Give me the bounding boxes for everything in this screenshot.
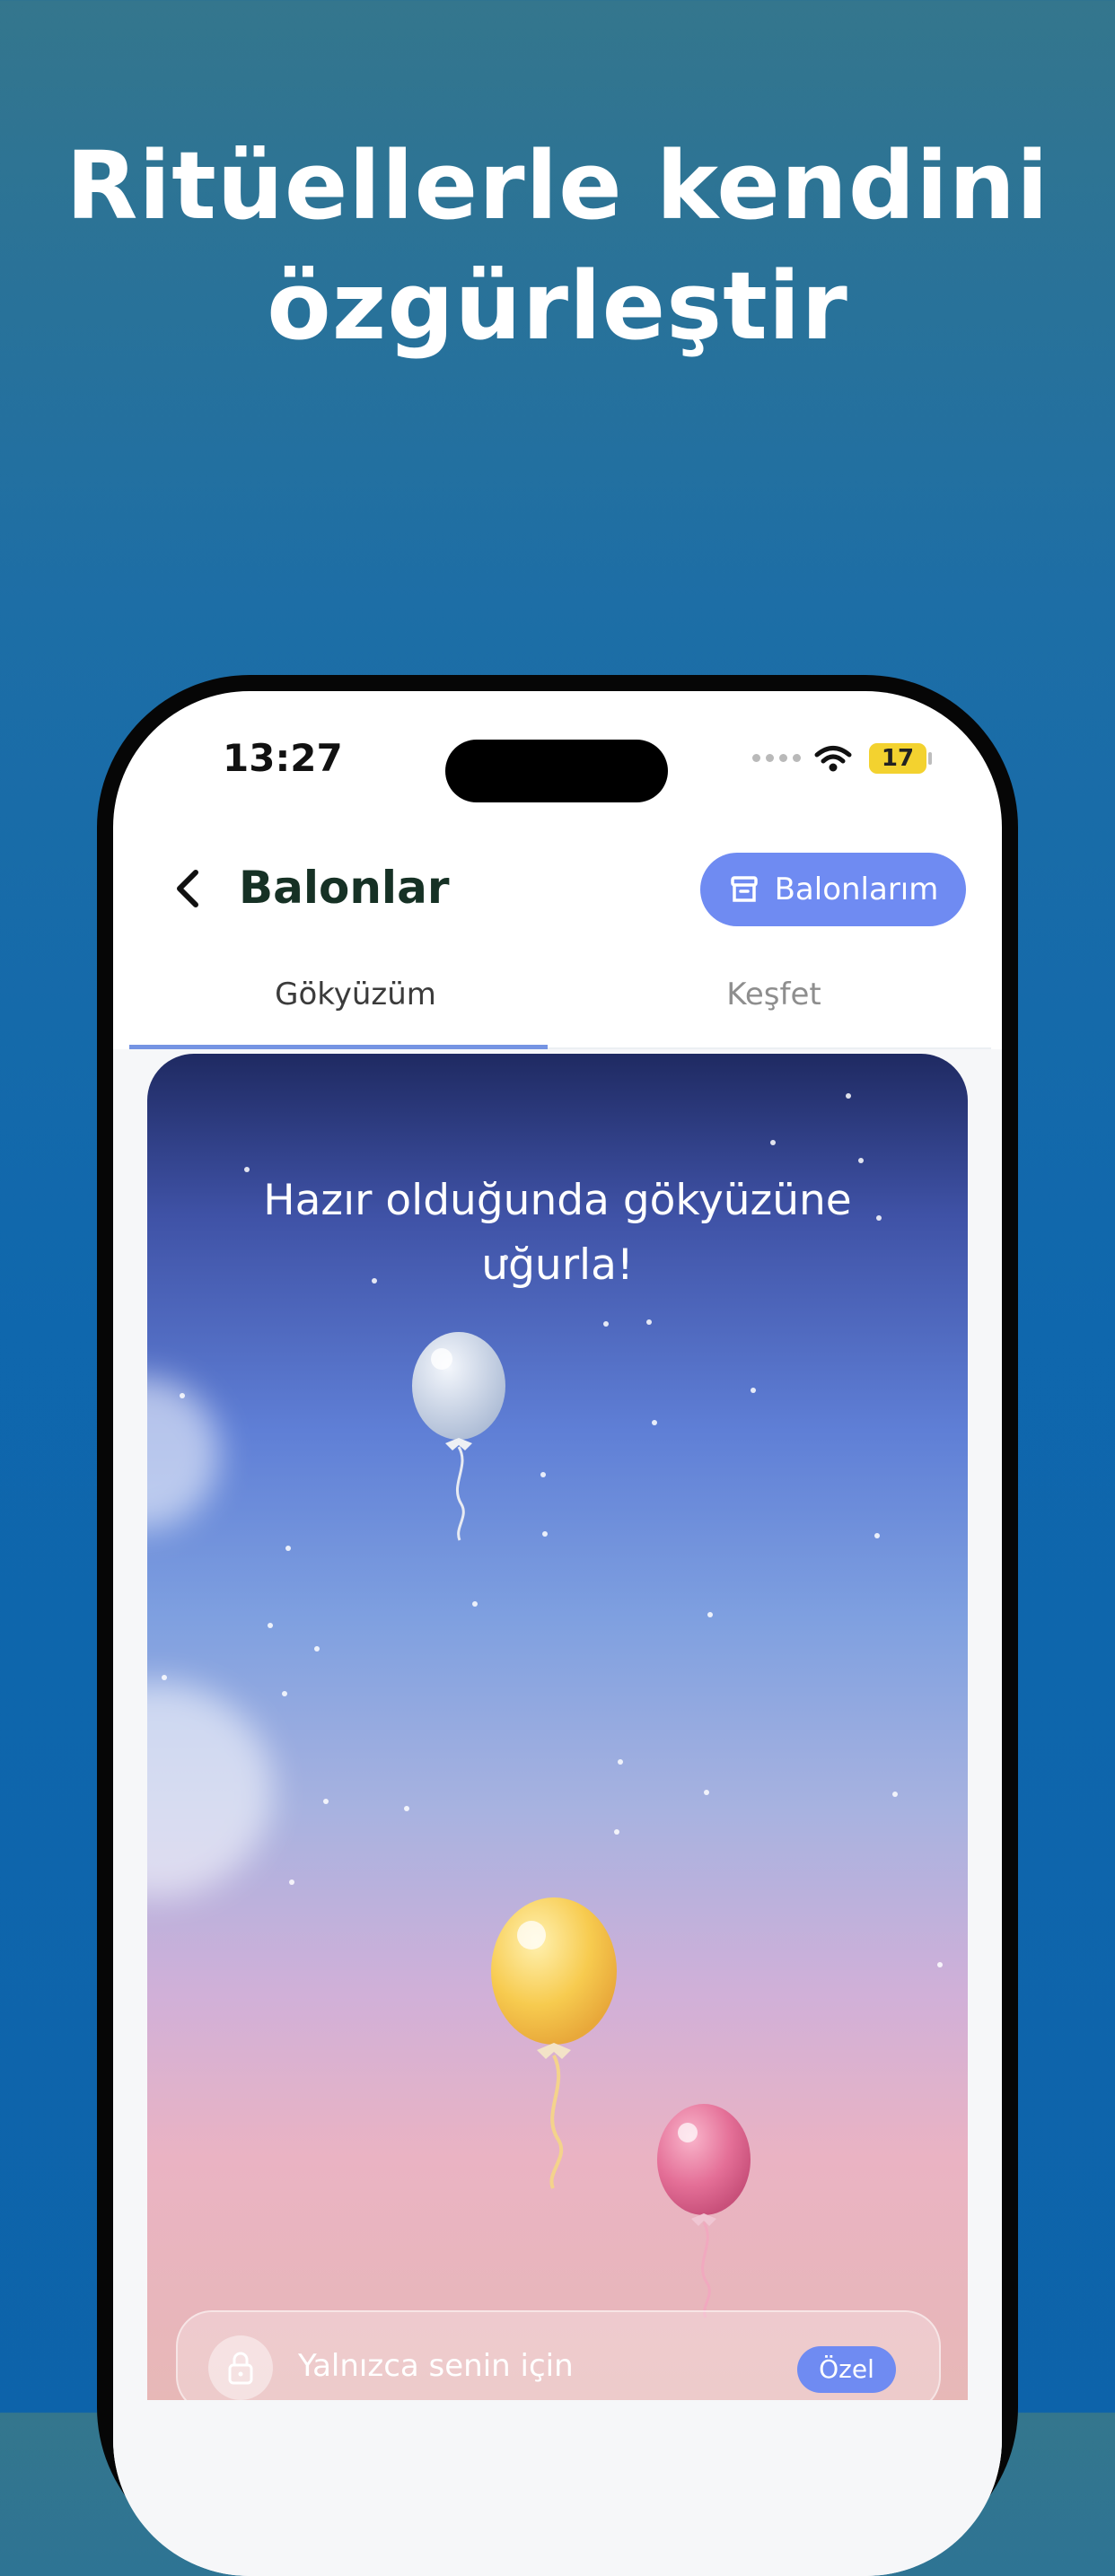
headline-line-2: özgürleştir	[267, 251, 848, 361]
wifi-icon	[814, 746, 852, 772]
star	[404, 1806, 409, 1811]
star	[614, 1829, 619, 1835]
white-balloon[interactable]	[409, 1332, 508, 1547]
star	[751, 1388, 756, 1393]
sky-message-line-1: Hazır olduğunda gökyüzüne	[263, 1176, 852, 1225]
star	[540, 1472, 546, 1477]
star	[858, 1158, 864, 1163]
star	[846, 1093, 851, 1099]
private-badge[interactable]: Özel	[797, 2346, 896, 2393]
sky-card[interactable]: Hazır olduğunda gökyüzüne uğurla! Yalnız…	[147, 1054, 968, 2400]
star	[314, 1646, 320, 1652]
tab-my-sky[interactable]: Gökyüzüm	[140, 977, 571, 1012]
star	[770, 1140, 776, 1145]
star	[707, 1612, 713, 1617]
archive-icon	[730, 876, 758, 902]
star	[603, 1321, 609, 1327]
lock-icon	[208, 2335, 273, 2400]
page-title: Balonlar	[239, 862, 450, 914]
tab-explore[interactable]: Keşfet	[558, 977, 989, 1012]
yellow-balloon[interactable]	[487, 1897, 621, 2194]
cellular-signal-icon	[752, 754, 801, 762]
star	[323, 1799, 329, 1804]
sky-message: Hazır olduğunda gökyüzüne uğurla!	[147, 1169, 968, 1298]
my-balloons-button[interactable]: Balonlarım	[700, 853, 966, 926]
star	[937, 1962, 943, 1967]
star	[646, 1319, 652, 1325]
star	[282, 1691, 287, 1696]
star	[542, 1531, 548, 1537]
headline-line-1: Ritüellerle kendini	[66, 131, 1049, 241]
pink-balloon[interactable]	[650, 2104, 758, 2319]
phone-screen: 13:27 17 Balonlar Balonlarım Gökyüzüm Ke…	[113, 691, 1002, 2576]
star	[180, 1393, 185, 1398]
star	[268, 1623, 273, 1628]
star	[289, 1879, 294, 1885]
privacy-label: Yalnızca senin için	[298, 2348, 574, 2384]
star	[874, 1533, 880, 1538]
dynamic-island	[445, 740, 668, 802]
battery-nub	[928, 752, 932, 765]
cloud	[147, 1377, 219, 1529]
battery-indicator: 17	[869, 743, 926, 774]
star	[704, 1790, 709, 1795]
star	[162, 1675, 167, 1680]
cloud	[147, 1682, 273, 1897]
star	[285, 1546, 291, 1551]
star	[618, 1759, 623, 1765]
status-time: 13:27	[223, 736, 343, 780]
back-chevron-icon[interactable]	[165, 862, 210, 916]
my-balloons-label: Balonlarım	[774, 872, 939, 907]
privacy-bar[interactable]: Yalnızca senin için Özel	[176, 2310, 941, 2400]
headline: Ritüellerle kendini özgürleştir	[0, 126, 1115, 366]
star	[472, 1601, 478, 1607]
sky-message-line-2: uğurla!	[481, 1240, 634, 1290]
star	[892, 1792, 898, 1797]
star	[652, 1420, 657, 1425]
